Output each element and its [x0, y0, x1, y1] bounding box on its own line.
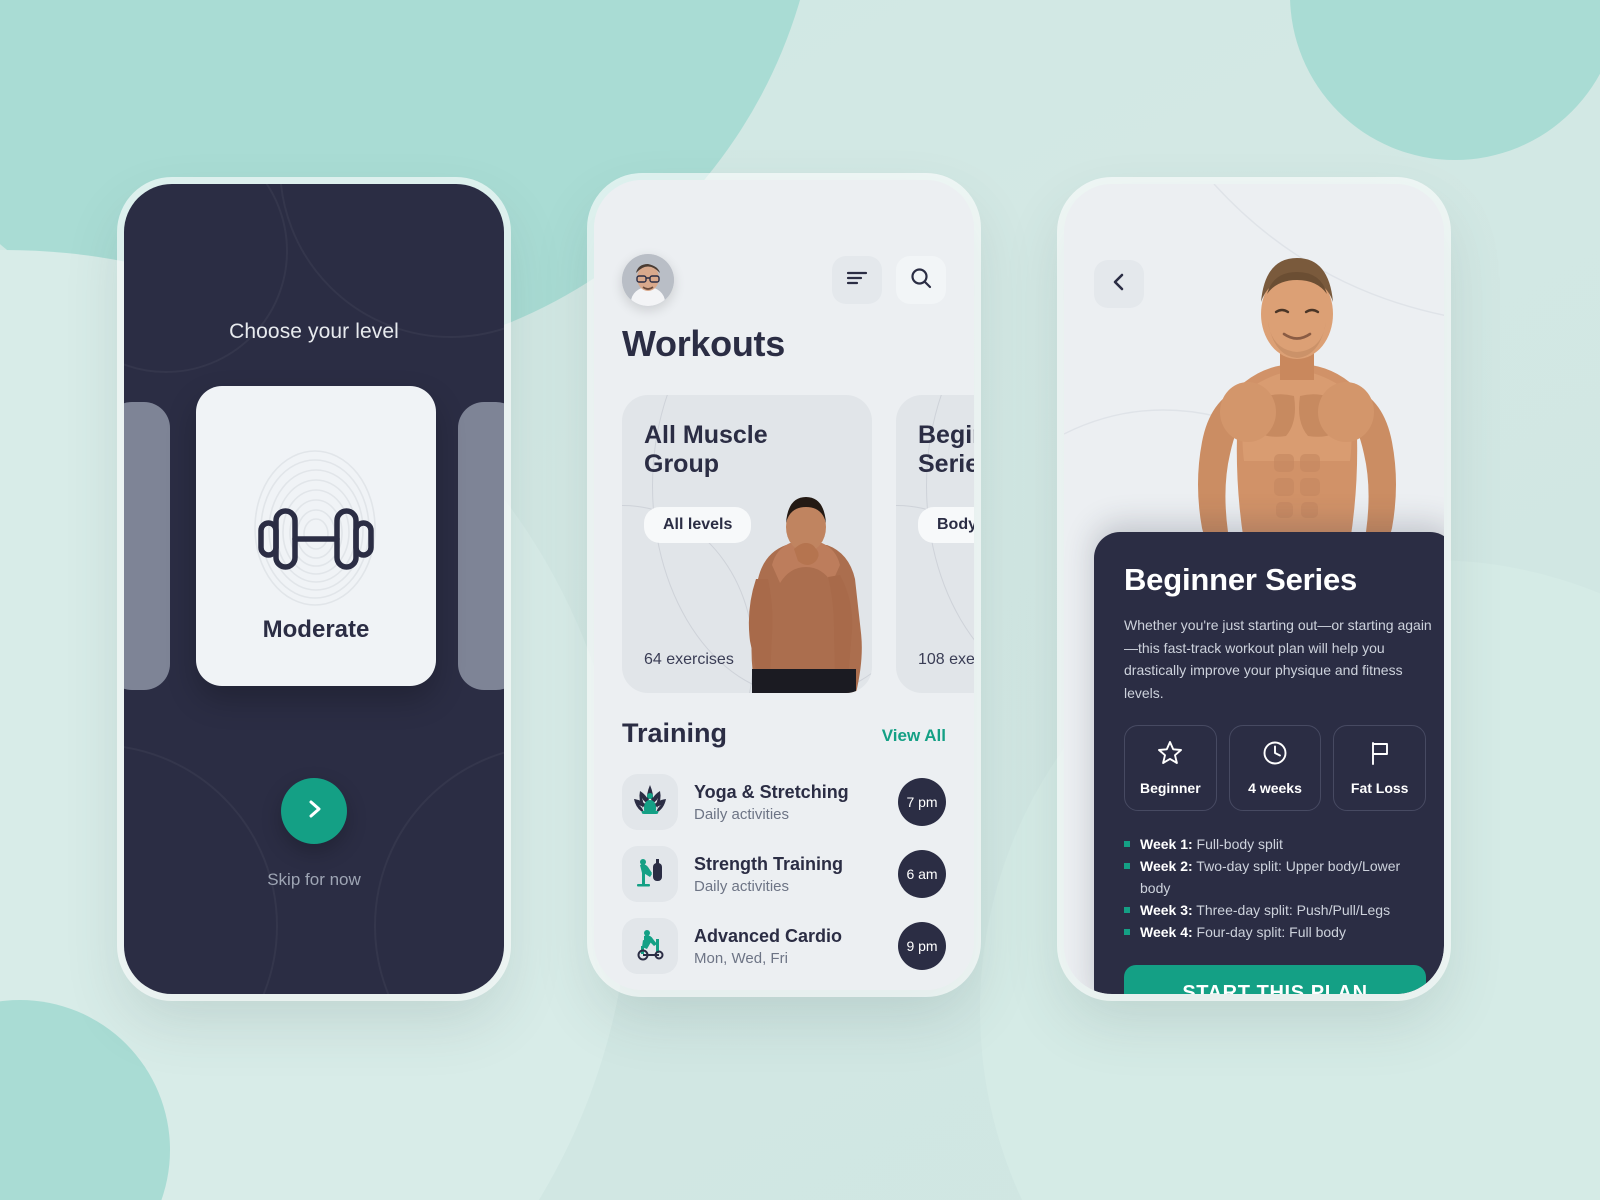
training-item-icon — [622, 846, 678, 902]
plan-week-text: Full-body split — [1192, 835, 1283, 852]
training-item-time: 7 pm — [898, 778, 946, 826]
plan-feature-label: Fat Loss — [1350, 779, 1409, 796]
screen-workouts: Workouts All Muscle Group All levels 64 … — [594, 180, 974, 990]
yoga-icon — [632, 782, 668, 823]
plan-week-item: Week 1: Full-body split — [1124, 833, 1426, 855]
bg-circle-top-right — [1290, 0, 1600, 160]
next-button[interactable] — [281, 778, 347, 844]
plan-feature-duration: 4 weeks — [1228, 724, 1322, 811]
workout-card-count: 64 exercises — [644, 651, 734, 668]
skip-link[interactable]: Skip for now — [124, 870, 504, 890]
workout-card-count: 108 exercises — [918, 651, 974, 668]
plan-feature-label: 4 weeks — [1248, 779, 1302, 796]
plan-week-text: Four-day split: Full body — [1192, 924, 1346, 941]
search-button[interactable] — [896, 256, 946, 304]
plan-feature-level: Beginner — [1124, 724, 1217, 811]
section-title: Training — [622, 718, 728, 748]
page-title: Choose your level — [229, 320, 399, 343]
back-button[interactable] — [1094, 260, 1144, 308]
training-list-item[interactable]: Strength Training Daily activities 6 am — [622, 844, 946, 904]
chevron-left-icon — [1108, 271, 1130, 298]
training-list-item[interactable]: Yoga & Stretching Daily activities 7 pm — [622, 772, 946, 832]
level-label: Moderate — [262, 616, 370, 643]
dumbbell-icon — [250, 499, 382, 584]
exercise-bike-icon — [632, 926, 668, 967]
deco-ring-2 — [124, 184, 288, 373]
level-card-selected[interactable]: Moderate — [196, 386, 436, 686]
plan-week-label: Week 1: — [1140, 835, 1193, 852]
plan-week-item: Week 4: Four-day split: Full body — [1124, 921, 1426, 943]
athlete-photo — [728, 483, 872, 693]
plan-feature-goal: Fat Loss — [1333, 724, 1427, 811]
start-plan-button[interactable]: START THIS PLAN — [1124, 965, 1426, 994]
view-all-link[interactable]: View All — [882, 726, 946, 746]
plan-week-item: Week 3: Three-day split: Push/Pull/Legs — [1124, 899, 1426, 921]
training-item-icon — [622, 918, 678, 974]
search-icon — [909, 266, 933, 295]
punching-bag-icon — [632, 854, 668, 895]
plan-title: Beginner Series — [1124, 562, 1358, 597]
plan-week-item: Week 2: Two-day split: Upper body/Lower … — [1124, 855, 1426, 899]
training-item-icon — [622, 774, 678, 830]
screen-choose-level: Choose your level Moderate Skip for now — [124, 184, 504, 994]
training-item-sub: Daily activities — [694, 806, 790, 824]
plan-description: Whether you're just starting out—or star… — [1124, 617, 1432, 702]
deco-ring-1 — [279, 184, 504, 338]
plan-feature-list: Beginner 4 weeks Fat Loss — [1124, 724, 1427, 811]
phone-plan-detail: Beginner Series Whether you're just star… — [1064, 184, 1444, 994]
training-item-sub: Mon, Wed, Fri — [694, 950, 788, 968]
plan-detail-card: Beginner Series Whether you're just star… — [1094, 532, 1444, 994]
workout-card-badge: Body — [918, 507, 974, 543]
clock-icon — [1262, 740, 1288, 771]
workout-card[interactable]: Beginner Series Body 108 exercises — [896, 395, 974, 693]
workout-card[interactable]: All Muscle Group All levels 64 exercises — [622, 395, 872, 693]
avatar[interactable] — [622, 254, 674, 306]
workout-card-title: All Muscle Group — [644, 421, 768, 478]
training-item-name: Yoga & Stretching — [694, 781, 849, 802]
star-icon — [1157, 740, 1183, 771]
plan-feature-label: Beginner — [1139, 779, 1201, 796]
training-item-name: Advanced Cardio — [694, 925, 843, 946]
deco-ring-3 — [124, 744, 278, 994]
flag-icon — [1367, 740, 1393, 771]
plan-week-list: Week 1: Full-body split Week 2: Two-day … — [1124, 833, 1426, 944]
training-item-time: 9 pm — [898, 922, 946, 970]
plan-week-label: Week 3: — [1140, 902, 1193, 919]
level-card-next[interactable] — [458, 402, 504, 690]
plan-week-label: Week 2: — [1140, 857, 1193, 874]
training-item-sub: Daily activities — [694, 878, 790, 896]
training-item-name: Strength Training — [694, 853, 844, 874]
page-title: Workouts — [622, 323, 785, 364]
level-card-previous[interactable] — [124, 402, 170, 690]
plan-week-label: Week 4: — [1140, 924, 1193, 941]
filter-icon — [845, 268, 869, 293]
filter-button[interactable] — [832, 256, 882, 304]
training-list-item[interactable]: Advanced Cardio Mon, Wed, Fri 9 pm — [622, 916, 946, 976]
phone-choose-level: Choose your level Moderate Skip for now — [124, 184, 504, 994]
phone-workouts: Workouts All Muscle Group All levels 64 … — [594, 180, 974, 990]
deco-ring-4 — [374, 744, 504, 994]
training-item-time: 6 am — [898, 850, 946, 898]
plan-week-text: Three-day split: Push/Pull/Legs — [1192, 902, 1391, 919]
workout-card-title: Beginner Series — [918, 421, 974, 478]
chevron-right-icon — [302, 797, 326, 826]
screen-plan-detail: Beginner Series Whether you're just star… — [1064, 184, 1444, 994]
